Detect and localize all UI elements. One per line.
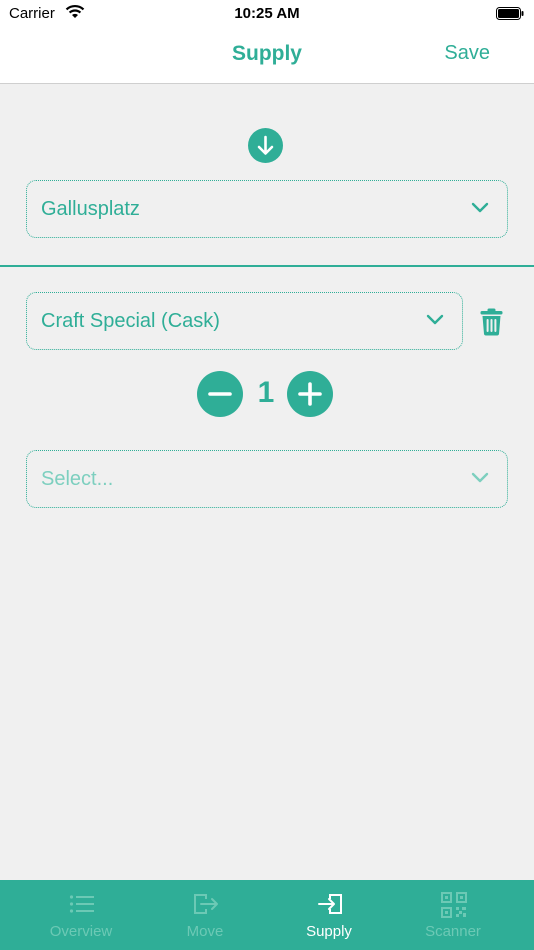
- select-placeholder: Select...: [41, 468, 114, 490]
- tab-label: Move: [186, 923, 224, 940]
- tab-bar: Overview Move Supply Scanner: [0, 880, 534, 950]
- list-icon: [69, 895, 94, 913]
- tab-label: Supply: [306, 923, 352, 940]
- tab-label: Overview: [49, 923, 113, 940]
- plus-icon: [298, 382, 322, 406]
- arrow-down-icon: [248, 128, 283, 163]
- battery-icon: [496, 7, 524, 20]
- tab-supply[interactable]: Supply: [267, 880, 391, 950]
- chevron-down-icon: [471, 202, 489, 213]
- save-button[interactable]: Save: [444, 42, 490, 65]
- product-select[interactable]: Craft Special (Cask): [26, 292, 463, 350]
- move-out-icon: [194, 894, 218, 914]
- supply-in-icon: [318, 894, 342, 914]
- trash-icon[interactable]: [480, 308, 503, 336]
- increment-button[interactable]: [287, 371, 333, 417]
- tab-label: Scanner: [425, 923, 481, 940]
- minus-icon: [208, 392, 232, 396]
- status-time: 10:25 AM: [234, 5, 300, 22]
- chevron-down-icon: [426, 314, 444, 325]
- new-item-select[interactable]: Select...: [26, 450, 508, 508]
- decrement-button[interactable]: [197, 371, 243, 417]
- location-select[interactable]: Gallusplatz: [26, 180, 508, 238]
- qr-code-icon: [441, 892, 467, 918]
- tab-scanner[interactable]: Scanner: [391, 880, 515, 950]
- product-value: Craft Special (Cask): [41, 310, 220, 332]
- navigation-bar: Supply Save: [0, 28, 534, 84]
- tab-move[interactable]: Move: [143, 880, 267, 950]
- location-value: Gallusplatz: [41, 198, 140, 220]
- chevron-down-icon: [471, 472, 489, 483]
- status-bar: Carrier 10:25 AM: [0, 0, 534, 28]
- quantity-value: 1: [257, 376, 275, 409]
- section-divider: [0, 265, 534, 267]
- tab-overview[interactable]: Overview: [19, 880, 143, 950]
